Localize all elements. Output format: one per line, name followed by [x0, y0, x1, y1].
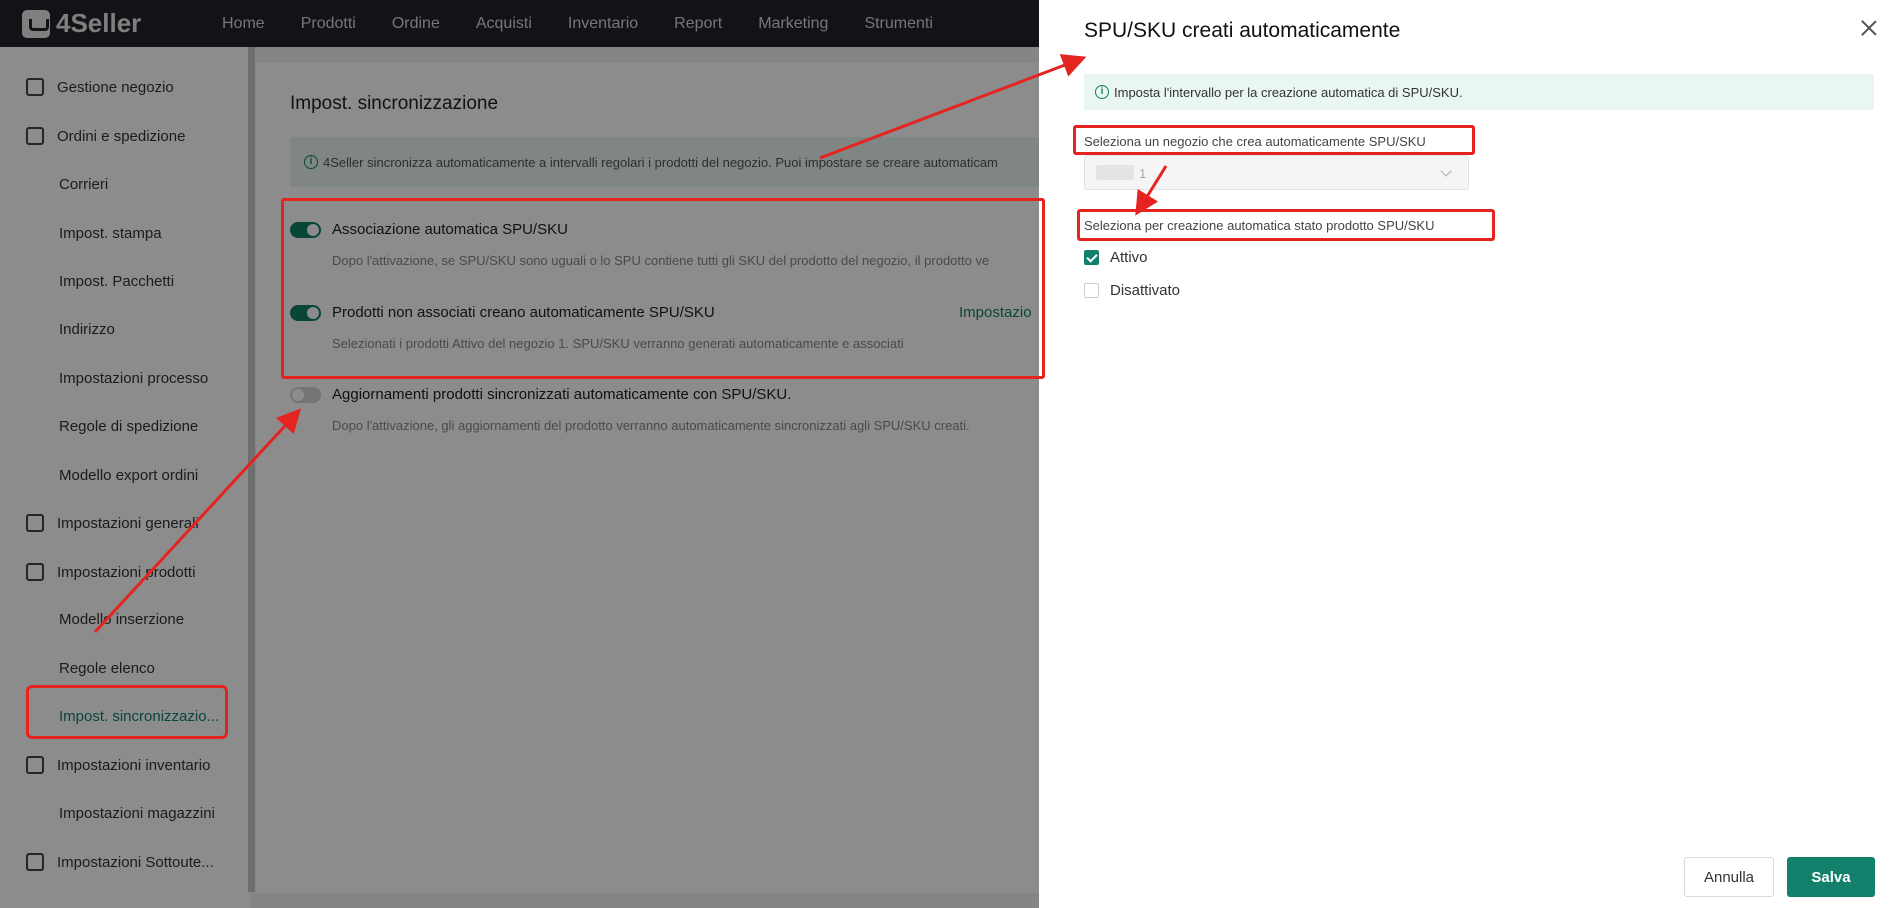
status-option-attivo[interactable]: Attivo — [1084, 249, 1148, 266]
modal-backdrop[interactable] — [0, 0, 1039, 908]
close-icon[interactable] — [1859, 18, 1879, 38]
annotation-box-store-label — [1073, 125, 1475, 155]
info-icon: i — [1095, 85, 1109, 99]
drawer-info-text: Imposta l'intervallo per la creazione au… — [1114, 84, 1463, 100]
save-button[interactable]: Salva — [1787, 857, 1875, 897]
annotation-box-sidebar — [26, 685, 228, 739]
annotation-box-options — [281, 198, 1045, 379]
checkbox-unchecked[interactable] — [1084, 283, 1099, 298]
chevron-down-icon — [1440, 165, 1452, 177]
store-select[interactable]: 1 — [1084, 155, 1469, 190]
store-select-value: 1 — [1139, 166, 1147, 181]
annotation-box-status-label — [1077, 209, 1495, 241]
status-option-disattivato[interactable]: Disattivato — [1084, 282, 1180, 299]
store-name-blurred — [1096, 165, 1134, 180]
drawer-info-banner: i Imposta l'intervallo per la creazione … — [1084, 74, 1874, 110]
cancel-button[interactable]: Annulla — [1684, 857, 1774, 897]
drawer-title: SPU/SKU creati automaticamente — [1084, 19, 1401, 42]
checkbox-checked[interactable] — [1084, 250, 1099, 265]
checkbox-label: Attivo — [1110, 249, 1148, 266]
checkbox-label: Disattivato — [1110, 282, 1181, 299]
